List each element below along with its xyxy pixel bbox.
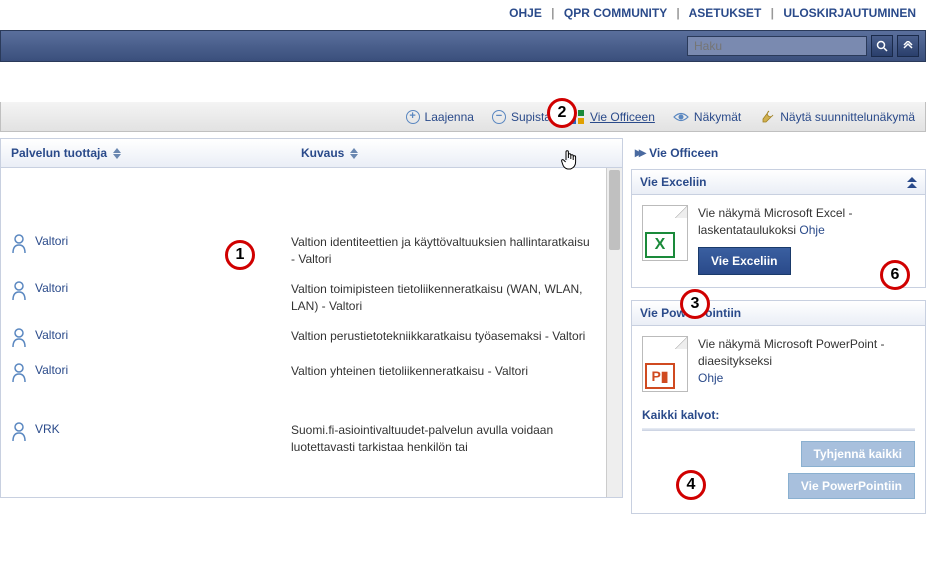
excel-badge-icon: X — [645, 232, 675, 258]
cell-description: Valtion toimipisteen tietoliikenneratkai… — [291, 281, 602, 316]
cell-description: Suomi.fi-asiointivaltuudet-palvelun avul… — [291, 422, 602, 457]
producer-link[interactable]: Valtori — [35, 281, 68, 295]
all-slides-label: Kaikki kalvot: — [642, 408, 915, 422]
excel-panel-header[interactable]: Vie Exceliin — [632, 170, 925, 195]
scrollbar[interactable] — [606, 168, 622, 497]
producer-link[interactable]: Valtori — [35, 328, 68, 342]
chevron-up-icon — [903, 41, 913, 51]
annotation-2: 2 — [547, 98, 577, 128]
search-input[interactable] — [687, 36, 867, 56]
person-icon — [11, 281, 27, 304]
annotation-6: 6 — [880, 260, 910, 290]
minus-circle-icon: − — [492, 110, 506, 124]
side-panel-title: ▸▸ Vie Officeen — [631, 138, 926, 169]
logout-link[interactable]: ULOSKIRJAUTUMINEN — [783, 6, 916, 20]
collapse-button[interactable]: − Supista — [492, 110, 551, 124]
person-icon — [11, 234, 27, 257]
separator: | — [551, 6, 554, 20]
col-description-label: Kuvaus — [301, 146, 344, 160]
help-link[interactable]: OHJE — [509, 6, 542, 20]
ppt-panel-body: P▮ Vie näkymä Microsoft PowerPoint -diae… — [632, 326, 925, 404]
ppt-panel-footer: Kaikki kalvot: Tyhjennä kaikki Vie Power… — [632, 408, 925, 513]
side-panel: ▸▸ Vie Officeen Vie Exceliin X Vie näkym… — [631, 138, 926, 526]
views-label: Näkymät — [694, 110, 741, 124]
producer-link[interactable]: Valtori — [35, 234, 68, 248]
cell-producer: Valtori — [11, 328, 291, 351]
collapse-panel-icon[interactable] — [907, 177, 917, 188]
producer-link[interactable]: VRK — [35, 422, 60, 436]
cell-producer: Valtori — [11, 281, 291, 316]
search-wrap — [687, 35, 919, 57]
content-grid: Palvelun tuottaja Kuvaus Valtori Valtion … — [0, 138, 623, 498]
grid-header: Palvelun tuottaja Kuvaus — [0, 138, 623, 168]
annotation-1: 1 — [225, 240, 255, 270]
annotation-4: 4 — [676, 470, 706, 500]
table-row: Valtori Valtion toimipisteen tietoliikenn… — [1, 275, 622, 322]
cell-producer: Valtori — [11, 363, 291, 410]
expand-label: Laajenna — [425, 110, 474, 124]
clear-all-button[interactable]: Tyhjennä kaikki — [801, 441, 915, 467]
community-link[interactable]: QPR COMMUNITY — [564, 6, 667, 20]
separator: | — [676, 6, 679, 20]
search-icon — [876, 40, 888, 52]
toolbar: + Laajenna − Supista Vie Officeen Näkymä… — [0, 102, 926, 132]
ppt-panel-text: Vie näkymä Microsoft PowerPoint -diaesit… — [698, 336, 915, 386]
collapse-header-button[interactable] — [897, 35, 919, 57]
person-icon — [11, 328, 27, 351]
ppt-doc-icon: P▮ — [642, 336, 688, 392]
design-view-label: Näytä suunnittelunäkymä — [780, 110, 915, 124]
table-row: Valtori Valtion identiteettien ja käyttöv… — [1, 228, 622, 275]
column-header-producer[interactable]: Palvelun tuottaja — [1, 146, 291, 160]
sort-icon — [113, 148, 121, 159]
main: Palvelun tuottaja Kuvaus Valtori Valtion … — [0, 138, 926, 526]
person-icon — [11, 422, 27, 445]
export-office-label: Vie Officeen — [590, 110, 655, 124]
cell-description: Valtion perustietotekniikkaratkaisu työa… — [291, 328, 602, 351]
top-links-bar: OHJE | QPR COMMUNITY | ASETUKSET | ULOSK… — [0, 0, 926, 30]
export-excel-button[interactable]: Vie Exceliin — [698, 247, 791, 276]
scroll-thumb[interactable] — [609, 170, 620, 250]
annotation-3: 3 — [680, 289, 710, 319]
table-row: Valtori Valtion perustietotekniikkaratkai… — [1, 322, 622, 357]
plus-circle-icon: + — [406, 110, 420, 124]
header-bar — [0, 30, 926, 62]
ppt-badge-icon: P▮ — [645, 363, 675, 389]
side-panel-title-text: Vie Officeen — [649, 146, 718, 160]
producer-link[interactable]: Valtori — [35, 363, 68, 377]
export-ppt-button[interactable]: Vie PowerPointiin — [788, 473, 915, 499]
cell-description: Valtion identiteettien ja käyttövaltuuks… — [291, 234, 602, 269]
divider — [642, 428, 915, 431]
col-producer-label: Palvelun tuottaja — [11, 146, 107, 160]
excel-panel-heading: Vie Exceliin — [640, 175, 707, 189]
ppt-desc: Vie näkymä Microsoft PowerPoint -diaesit… — [698, 337, 885, 368]
ppt-help-link[interactable]: Ohje — [698, 371, 723, 385]
views-button[interactable]: Näkymät — [673, 109, 741, 125]
expand-button[interactable]: + Laajenna — [406, 110, 474, 124]
search-button[interactable] — [871, 35, 893, 57]
cursor-hand-icon — [560, 150, 578, 172]
ppt-panel-header[interactable]: Vie PowerPointiin — [632, 301, 925, 326]
excel-help-link[interactable]: Ohje — [799, 223, 824, 237]
settings-link[interactable]: ASETUKSET — [689, 6, 762, 20]
collapse-label: Supista — [511, 110, 551, 124]
design-view-button[interactable]: Näytä suunnittelunäkymä — [759, 109, 915, 125]
eye-icon — [673, 109, 689, 125]
cell-producer: VRK — [11, 422, 291, 457]
separator: | — [771, 6, 774, 20]
chevron-right-double-icon: ▸▸ — [635, 144, 643, 161]
sort-icon — [350, 148, 358, 159]
table-row: Valtori Valtion yhteinen tietoliikennerat… — [1, 357, 622, 416]
column-header-description[interactable]: Kuvaus — [291, 146, 368, 160]
cell-description: Valtion yhteinen tietoliikenneratkaisu -… — [291, 363, 602, 410]
person-icon — [11, 363, 27, 386]
excel-doc-icon: X — [642, 205, 688, 261]
export-office-button[interactable]: Vie Officeen — [569, 109, 655, 125]
grid-body: Valtori Valtion identiteettien ja käyttöv… — [0, 168, 623, 498]
wrench-icon — [759, 109, 775, 125]
excel-desc: Vie näkymä Microsoft Excel -laskentataul… — [698, 206, 853, 237]
table-row: VRK Suomi.fi-asiointivaltuudet-palvelun a… — [1, 416, 622, 463]
